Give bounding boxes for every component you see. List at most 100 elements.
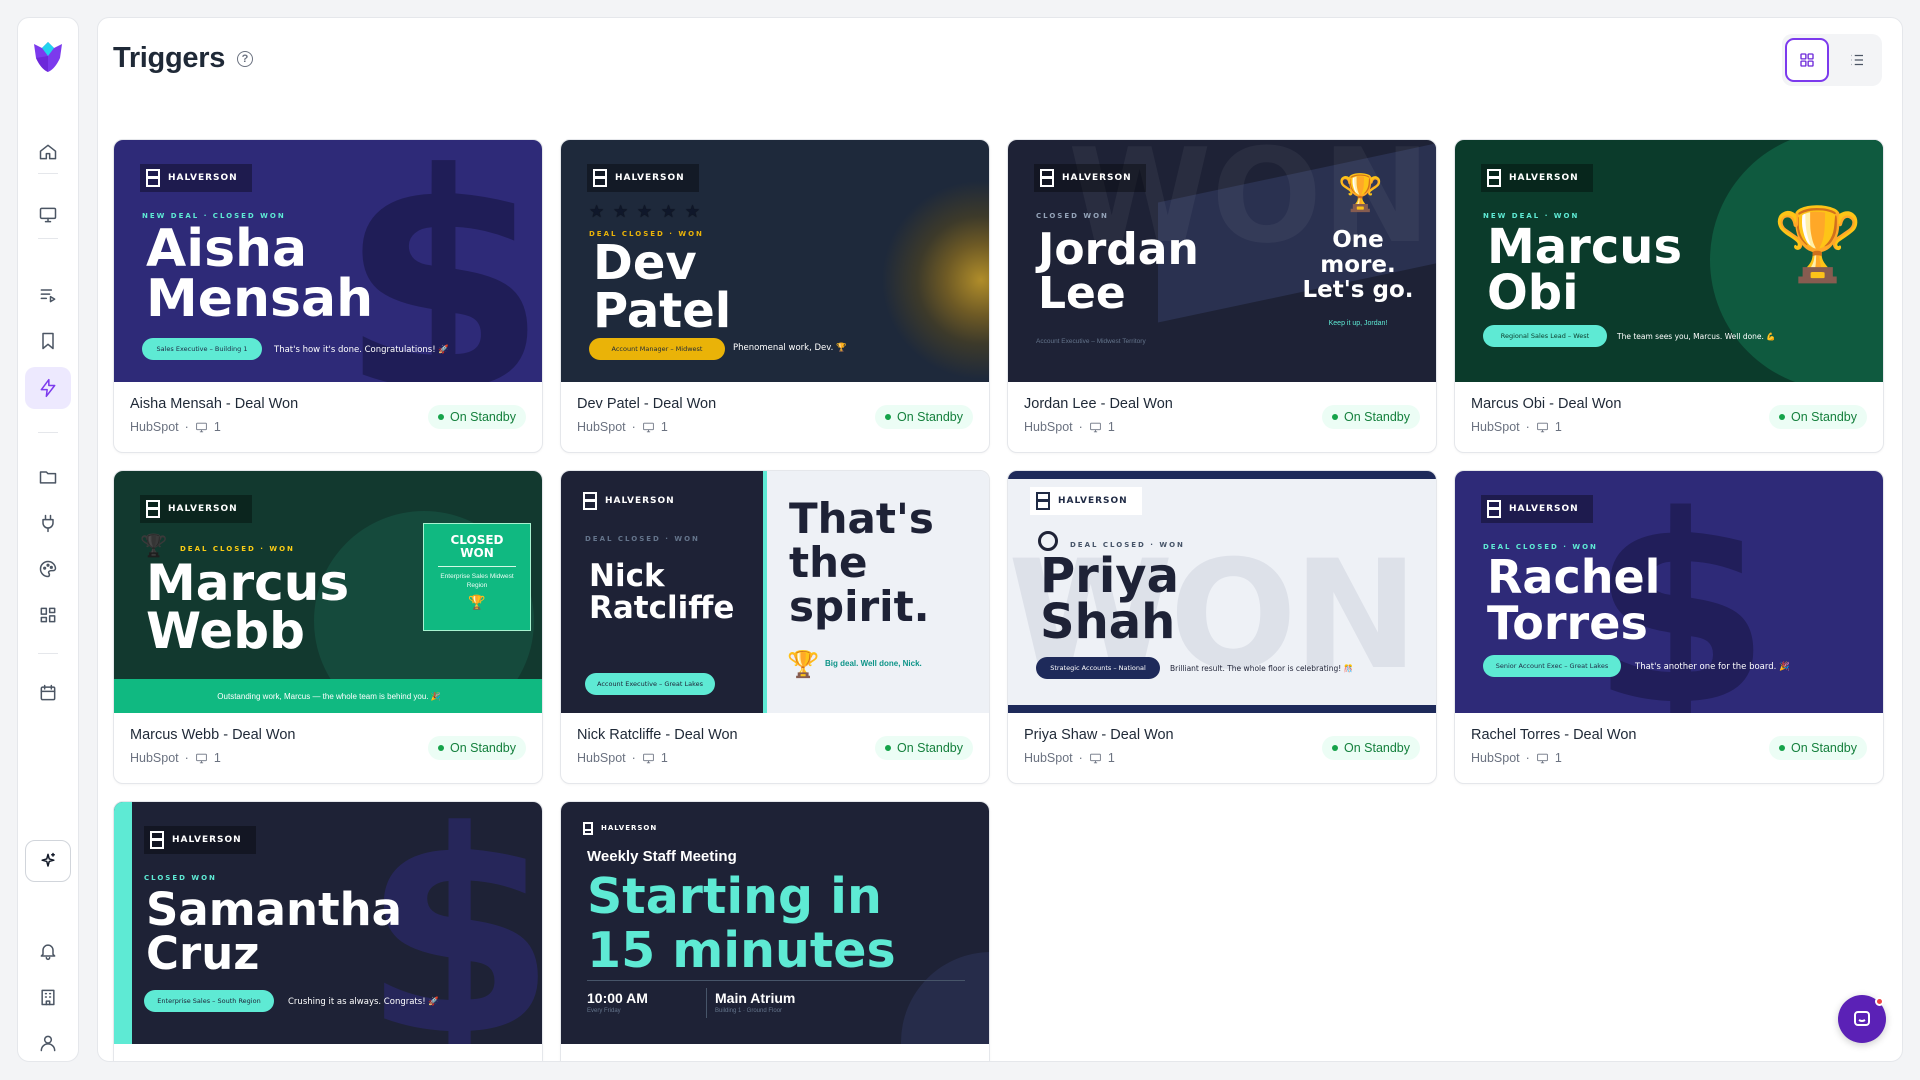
- user-icon[interactable]: [25, 1022, 71, 1064]
- status-dot: [437, 745, 444, 751]
- help-icon[interactable]: ?: [237, 51, 253, 67]
- card-meta: HubSpot · 1: [1024, 420, 1115, 434]
- card-thumbnail: $ HALVERSON CLOSED WON Samantha Cruz Ent…: [114, 802, 542, 1044]
- card-title: Marcus Obi - Deal Won: [1471, 396, 1622, 412]
- trigger-card[interactable]: $ HALVERSON CLOSED WON Samantha Cruz Ent…: [113, 801, 543, 1061]
- thumb-role-pill: Account Manager – Midwest: [589, 338, 725, 360]
- card-screen-count: 1: [660, 420, 668, 434]
- card-source: HubSpot: [130, 420, 179, 434]
- card-source: HubSpot: [1024, 420, 1073, 434]
- brand-badge: HALVERSON: [1481, 164, 1593, 192]
- trigger-card[interactable]: WON HALVERSON DEAL CLOSED · WON Priya Sh…: [1007, 470, 1437, 784]
- card-thumbnail: WON HALVERSON CLOSED WON Jordan Lee Acco…: [1008, 140, 1436, 382]
- thumb-right-line2: more.: [1320, 252, 1396, 278]
- plug-icon[interactable]: [25, 502, 71, 544]
- trigger-card[interactable]: HALVERSON Weekly Staff Meeting Starting …: [560, 801, 990, 1061]
- home-icon[interactable]: [25, 131, 71, 173]
- card-screen-count: 1: [1554, 420, 1562, 434]
- meeting-time: 10:00 AM: [587, 990, 648, 1006]
- palette-icon[interactable]: [25, 548, 71, 590]
- list-view-button[interactable]: [1835, 38, 1879, 82]
- card-source: HubSpot: [1024, 751, 1073, 765]
- folder-icon[interactable]: [25, 456, 71, 498]
- thumb-tagline: That's another one for the board. 🎉: [1635, 662, 1790, 672]
- card-thumbnail: $ HALVERSON NEW DEAL · CLOSED WON Aisha …: [114, 140, 542, 382]
- thumb-name-last: Shah: [1040, 594, 1176, 650]
- trigger-card[interactable]: HALVERSON DEAL CLOSED · WON Nick Ratclif…: [560, 470, 990, 784]
- bg-circle: [901, 952, 989, 1044]
- trigger-card[interactable]: HALVERSON ★ ★ ★ ★ ★ DEAL CLOSED · WON De…: [560, 139, 990, 453]
- card-screen-count: 1: [213, 420, 221, 434]
- meeting-countdown-line2: 15 minutes: [587, 922, 896, 979]
- thumb-name-first: Nick: [589, 558, 665, 594]
- chat-icon: [1854, 1011, 1870, 1026]
- brand-logo-icon: [583, 821, 593, 835]
- card-screen-count: 1: [213, 751, 221, 765]
- calendar-icon[interactable]: [25, 672, 71, 714]
- app-logo[interactable]: [31, 38, 65, 74]
- notification-dot: [1875, 997, 1884, 1006]
- bookmark-icon[interactable]: [25, 320, 71, 362]
- thumb-name-first: Rachel: [1487, 550, 1661, 604]
- status-dot: [1778, 414, 1785, 420]
- trophy-icon: 🏆: [1338, 172, 1383, 213]
- thumb-name-first: Dev: [593, 235, 697, 291]
- thumb-role-pill: Account Executive – Great Lakes: [585, 673, 715, 695]
- brand-badge: HALVERSON: [1481, 495, 1593, 523]
- thumb-name-last: Obi: [1487, 265, 1579, 321]
- thumb-tagline: The team sees you, Marcus. Well done. 💪: [1617, 332, 1776, 341]
- bell-icon[interactable]: [25, 930, 71, 972]
- brand-logo-icon: [583, 492, 597, 510]
- card-thumbnail: HALVERSON Weekly Staff Meeting Starting …: [561, 802, 989, 1044]
- brand-logo-icon: [1040, 169, 1054, 187]
- status-dot: [1778, 745, 1785, 751]
- trigger-card[interactable]: HALVERSON NEW DEAL · WON Marcus Obi 🏆 Re…: [1454, 139, 1884, 453]
- meeting-time-sub: Every Friday: [587, 1008, 621, 1014]
- thumb-name-first: Marcus: [1487, 219, 1683, 275]
- trigger-card[interactable]: WON HALVERSON CLOSED WON Jordan Lee Acco…: [1007, 139, 1437, 453]
- thumb-tagline: That's how it's done. Congratulations! 🚀: [274, 345, 449, 355]
- card-thumbnail: HALVERSON DEAL CLOSED · WON Nick Ratclif…: [561, 471, 989, 713]
- card-source: HubSpot: [577, 751, 626, 765]
- card-title: Marcus Webb - Deal Won: [130, 727, 296, 743]
- thumb-right-line3: spirit.: [789, 582, 930, 631]
- thumb-tagline: Phenomenal work, Dev. 🏆: [733, 343, 847, 353]
- status-dot: [1331, 745, 1338, 751]
- apps-icon[interactable]: [25, 594, 71, 636]
- brand-logo-icon: [1036, 492, 1050, 510]
- status-dot: [1331, 414, 1338, 420]
- monitor-icon[interactable]: [25, 194, 71, 236]
- status-badge: On Standby: [874, 736, 973, 760]
- status-badge: On Standby: [1768, 405, 1867, 429]
- screen-icon: [196, 753, 207, 763]
- card-source: HubSpot: [130, 751, 179, 765]
- chat-launcher-button[interactable]: [1838, 995, 1886, 1043]
- sidebar: [17, 17, 79, 1062]
- thumb-name-first: Jordan: [1038, 224, 1199, 275]
- brand-logo-icon: [593, 169, 607, 187]
- thumb-name-last: Cruz: [146, 927, 260, 980]
- grid-view-button[interactable]: [1785, 38, 1829, 82]
- sparkle-icon[interactable]: [25, 840, 71, 882]
- brand-logo-icon: [150, 831, 164, 849]
- card-screen-count: 1: [1107, 751, 1115, 765]
- thumb-eyebrow: DEAL CLOSED · WON: [585, 535, 700, 543]
- thumb-tagline: Brilliant result. The whole floor is cel…: [1170, 664, 1354, 673]
- status-dot: [437, 414, 444, 420]
- trigger-card[interactable]: $ HALVERSON NEW DEAL · CLOSED WON Aisha …: [113, 139, 543, 453]
- card-meta: HubSpot · 1: [130, 751, 221, 765]
- trigger-card[interactable]: $ HALVERSON DEAL CLOSED · WON Rachel Tor…: [1454, 470, 1884, 784]
- thumb-name-last: Webb: [146, 602, 305, 660]
- card-title: Aisha Mensah - Deal Won: [130, 396, 299, 412]
- card-screen-count: 1: [1554, 751, 1562, 765]
- playlist-icon[interactable]: [25, 274, 71, 316]
- card-meta: HubSpot · 1: [130, 420, 221, 434]
- building-icon[interactable]: [25, 976, 71, 1018]
- divider: [706, 988, 707, 1018]
- screen-icon: [643, 422, 654, 432]
- card-screen-count: 1: [1107, 420, 1115, 434]
- brand-logo-icon: [1487, 169, 1501, 187]
- lightning-icon[interactable]: [25, 367, 71, 409]
- trigger-card[interactable]: HALVERSON 🏆 DEAL CLOSED · WON Marcus Web…: [113, 470, 543, 784]
- trophy-icon: 🏆: [1773, 205, 1863, 285]
